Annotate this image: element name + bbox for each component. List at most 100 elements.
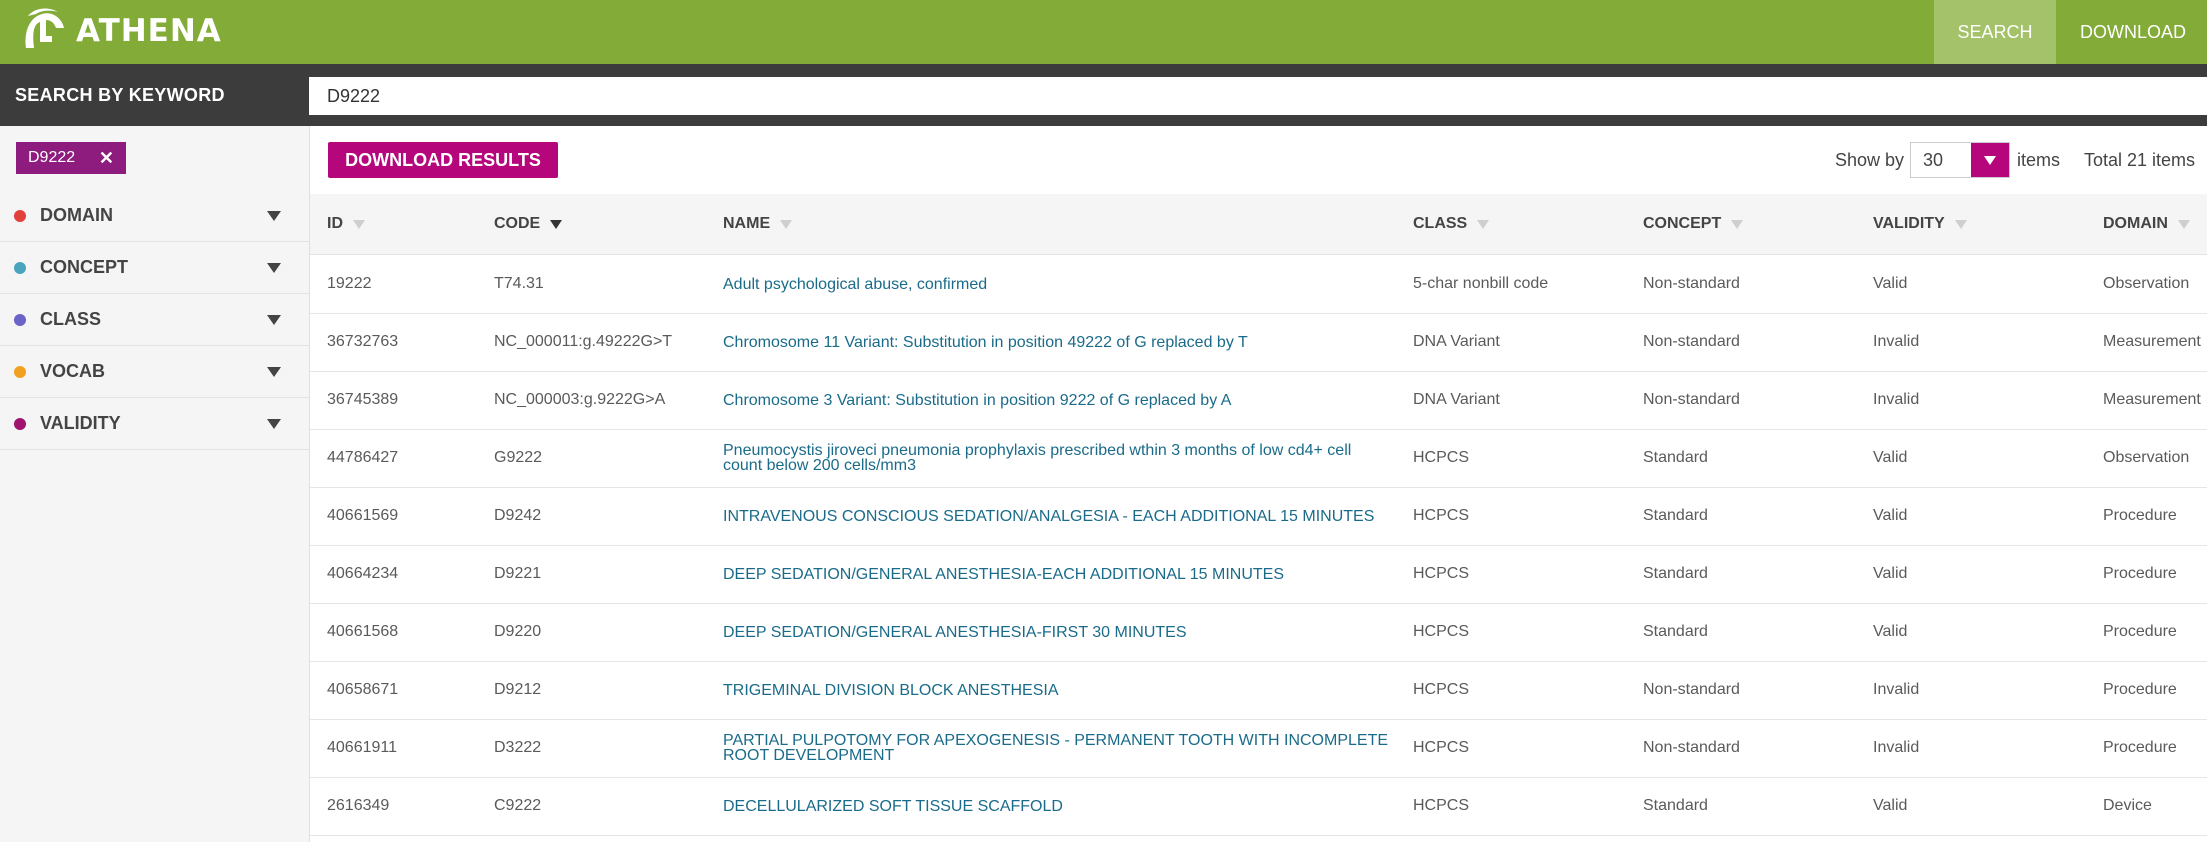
nav-search-button[interactable]: SEARCH: [1934, 0, 2056, 64]
column-header-domain[interactable]: DOMAIN: [2103, 194, 2190, 254]
column-header-class[interactable]: CLASS: [1413, 194, 1490, 254]
cell-name[interactable]: Chromosome 11 Variant: Substitution in p…: [723, 313, 1393, 371]
filter-sidebar: D9222 ✕ DOMAIN CONCEPT CLASS VOCAB VALIDITY: [0, 126, 310, 842]
sort-icon[interactable]: [2177, 219, 2190, 229]
cell-name[interactable]: PARTIAL PULPOTOMY FOR APEXOGENESIS - PER…: [723, 719, 1393, 777]
cell-domain: Procedure: [2103, 739, 2177, 756]
cell-validity: Valid: [1873, 507, 1908, 524]
cell-concept: Standard: [1643, 565, 1708, 582]
column-header-id[interactable]: ID: [327, 194, 365, 254]
cell-class: HCPCS: [1413, 449, 1470, 466]
table-header: ID CODE NAME CLASS CONCEPT VALIDITY DOMAIN: [310, 194, 2207, 255]
facet-vocab[interactable]: VOCAB: [0, 346, 309, 398]
table-row[interactable]: 40661911 D3222 PARTIAL PULPOTOMY FOR APEXO…: [310, 719, 2207, 778]
table-row[interactable]: 40661568 D9220 DEEP SEDATION/GENERAL ANEST…: [310, 603, 2207, 662]
cell-domain: Procedure: [2103, 507, 2177, 524]
cell-validity: Valid: [1873, 449, 1908, 466]
column-header-label: CONCEPT: [1643, 215, 1722, 232]
cell-id: 40661568: [327, 623, 399, 640]
download-results-button[interactable]: DOWNLOAD RESULTS: [328, 142, 558, 178]
cell-name[interactable]: DEEP SEDATION/GENERAL ANESTHESIA-EACH AD…: [723, 545, 1393, 603]
search-input[interactable]: [309, 77, 2207, 115]
cell-domain: Procedure: [2103, 623, 2177, 640]
sort-icon[interactable]: [1954, 219, 1967, 229]
cell-name[interactable]: Pneumocystis jiroveci pneumonia prophyla…: [723, 429, 1393, 487]
cell-id: 40664234: [327, 565, 399, 582]
cell-code: D9212: [494, 681, 542, 698]
column-header-code[interactable]: CODE: [494, 194, 563, 254]
cell-code: NC_000003:g.9222G>A: [494, 391, 666, 408]
cell-name[interactable]: DECELLULARIZED SOFT TISSUE SCAFFOLD: [723, 777, 1393, 835]
sort-icon[interactable]: [353, 219, 365, 229]
cell-concept: Non-standard: [1643, 391, 1740, 408]
cell-name[interactable]: Adult psychological abuse, confirmed: [723, 255, 1393, 313]
facet-dot-icon: [14, 417, 26, 430]
cell-concept: Standard: [1643, 623, 1708, 640]
cell-domain: Device: [2103, 797, 2152, 814]
cell-class: HCPCS: [1413, 739, 1470, 756]
cell-concept: Standard: [1643, 797, 1708, 814]
table-row[interactable]: 40664234 D9221 DEEP SEDATION/GENERAL ANEST…: [310, 545, 2207, 604]
caret-down-icon[interactable]: [267, 418, 281, 429]
column-header-label: ID: [327, 215, 343, 232]
cell-id: 19222: [327, 275, 372, 292]
cell-validity: Valid: [1873, 275, 1908, 292]
cell-validity: Valid: [1873, 797, 1908, 814]
sort-icon[interactable]: [1477, 219, 1490, 229]
close-icon[interactable]: ✕: [99, 148, 114, 169]
facet-domain[interactable]: DOMAIN: [0, 190, 309, 242]
cell-code: D9221: [494, 565, 542, 582]
column-header-validity[interactable]: VALIDITY: [1873, 194, 1967, 254]
cell-code: G9222: [494, 449, 543, 466]
facet-label: CLASS: [40, 309, 102, 329]
table-row[interactable]: 40661569 D9242 INTRAVENOUS CONSCIOUS SEDAT…: [310, 487, 2207, 546]
cell-class: HCPCS: [1413, 565, 1470, 582]
column-header-name[interactable]: NAME: [723, 194, 793, 254]
facet-concept[interactable]: CONCEPT: [0, 242, 309, 294]
cell-name[interactable]: TRIGEMINAL DIVISION BLOCK ANESTHESIA: [723, 661, 1393, 719]
cell-name[interactable]: INTRAVENOUS CONSCIOUS SEDATION/ANALGESIA…: [723, 487, 1393, 545]
facet-label: VOCAB: [40, 361, 106, 381]
column-header-concept[interactable]: CONCEPT: [1643, 194, 1744, 254]
facet-validity[interactable]: VALIDITY: [0, 398, 309, 450]
sort-icon[interactable]: [1731, 219, 1744, 229]
caret-down-icon[interactable]: [267, 314, 281, 325]
column-header-label: CLASS: [1413, 215, 1468, 232]
table-row[interactable]: 36745389 NC_000003:g.9222G>A Chromosome 3 …: [310, 371, 2207, 430]
cell-class: HCPCS: [1413, 623, 1470, 640]
facet-label: VALIDITY: [40, 413, 121, 433]
page-size-select[interactable]: 30: [1910, 142, 2010, 178]
table-row[interactable]: 36732763 NC_000011:g.49222G>T Chromosome 1…: [310, 313, 2207, 372]
athena-logo[interactable]: ATHENA: [18, 4, 222, 58]
cell-code: T74.31: [494, 275, 544, 292]
cell-domain: Observation: [2103, 275, 2190, 292]
sort-icon[interactable]: [550, 219, 563, 229]
cell-id: 36745389: [327, 391, 399, 408]
cell-id: 2616349: [327, 797, 390, 814]
cell-validity: Valid: [1873, 565, 1908, 582]
table-row[interactable]: 44786427 G9222 Pneumocystis jiroveci pneum…: [310, 429, 2207, 488]
facet-label: DOMAIN: [40, 205, 113, 225]
cell-concept: Standard: [1643, 449, 1708, 466]
items-label: items: [2017, 149, 2061, 170]
facet-dot-icon: [14, 209, 26, 222]
caret-down-icon[interactable]: [267, 262, 281, 273]
cell-id: 40661911: [327, 739, 397, 756]
caret-down-icon[interactable]: [267, 366, 281, 377]
spartan-helmet-icon: [25, 8, 64, 48]
table-row[interactable]: 19222 T74.31 Adult psychological abuse, co…: [310, 255, 2207, 314]
chevron-down-icon[interactable]: [1971, 143, 2009, 177]
cell-validity: Valid: [1873, 623, 1908, 640]
cell-name[interactable]: Chromosome 3 Variant: Substitution in po…: [723, 371, 1393, 429]
cell-id: 40658671: [327, 681, 399, 698]
table-row[interactable]: 2616349 C9222 DECELLULARIZED SOFT TISSUE S…: [310, 777, 2207, 836]
cell-name[interactable]: DEEP SEDATION/GENERAL ANESTHESIA-FIRST 3…: [723, 603, 1393, 661]
cell-code: D9220: [494, 623, 542, 640]
nav-download-button[interactable]: DOWNLOAD: [2059, 0, 2207, 64]
facet-class[interactable]: CLASS: [0, 294, 309, 346]
cell-class: HCPCS: [1413, 681, 1470, 698]
cell-concept: Non-standard: [1643, 333, 1740, 350]
sort-icon[interactable]: [780, 219, 793, 229]
table-row[interactable]: 40658671 D9212 TRIGEMINAL DIVISION BLOCK A…: [310, 661, 2207, 720]
caret-down-icon[interactable]: [267, 210, 281, 221]
